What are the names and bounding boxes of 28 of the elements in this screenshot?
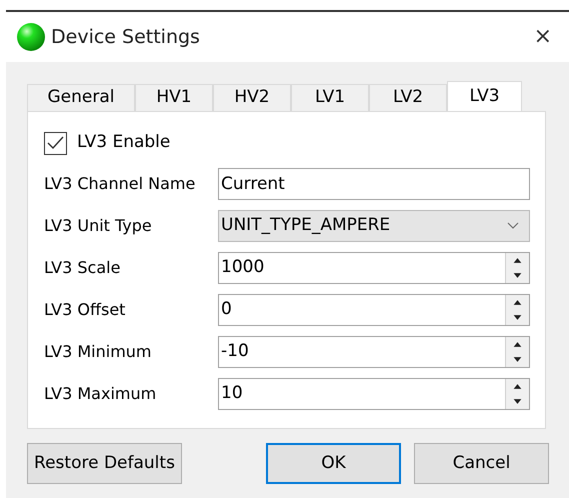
field-label: LV3 Minimum [44,341,153,363]
spin-box[interactable]: 1000 [218,252,530,284]
tab[interactable]: LV2 [369,84,447,111]
status-light-icon [17,23,45,51]
tab[interactable]: LV3 [447,81,522,111]
tab[interactable]: LV1 [291,84,369,111]
field-label: LV3 Unit Type [44,215,153,237]
chevron-down-icon [507,222,519,230]
checkbox[interactable] [44,132,67,154]
field-label: LV3 Maximum [44,383,158,405]
close-button[interactable]: × [534,26,552,48]
spin-box[interactable]: 10 [218,378,530,410]
field-label: LV3 Offset [44,299,126,321]
window-title: Device Settings [51,24,200,50]
dropdown[interactable]: UNIT_TYPE_AMPERE [218,210,530,242]
dialog-button[interactable]: OK [266,443,401,484]
check-icon [47,136,64,150]
spin-box[interactable]: 0 [218,294,530,326]
spin-box[interactable]: -10 [218,336,530,368]
tab[interactable]: General [27,84,135,111]
dialog-button[interactable]: Cancel [414,443,549,484]
tab[interactable]: HV2 [213,84,291,111]
tab[interactable]: HV1 [135,84,213,111]
field-label: LV3 Scale [44,257,122,279]
field-label: LV3 Channel Name [44,173,196,195]
text-field[interactable]: Current [218,168,530,200]
dialog-button[interactable]: Restore Defaults [27,443,182,484]
checkbox-label: LV3 Enable [77,131,170,154]
